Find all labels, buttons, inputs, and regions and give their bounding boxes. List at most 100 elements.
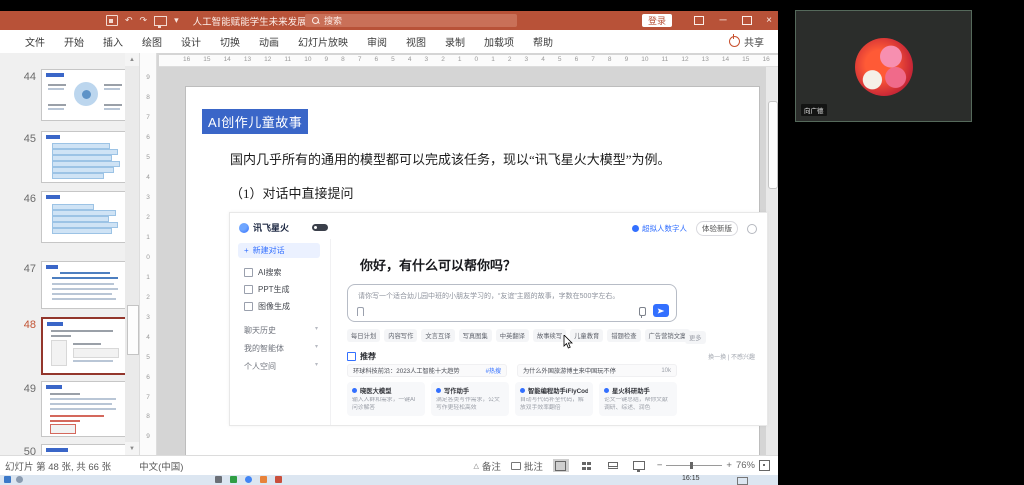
minimize-button[interactable]: ─ — [712, 11, 734, 30]
ruler-number: 9 — [146, 433, 150, 441]
app-icon[interactable] — [245, 476, 252, 483]
redo-icon[interactable]: ↷ — [140, 16, 148, 25]
start-icon[interactable] — [4, 476, 11, 483]
slideshow-view-button[interactable] — [631, 459, 647, 472]
slide-body-line1[interactable]: 国内几乎所有的通用的模型都可以完成该任务，现以“讯飞星火大模型”为例。 — [230, 149, 671, 168]
ribbon-tab[interactable]: 插入 — [94, 31, 132, 52]
notes-button[interactable]: △ 备注 — [473, 459, 500, 473]
suggestion-chips: 每日计划 内容写作 文言互译 写真图集 中英翻译 故事续写 儿童教育 错题检查 广告营销文案 — [347, 329, 691, 342]
ruler-number: 0 — [146, 253, 150, 261]
slide-number: 45 — [23, 133, 36, 145]
app-icon[interactable] — [230, 476, 237, 483]
spark-logo-text: 讯飞星火 — [253, 223, 290, 233]
search-taskbar-icon[interactable] — [16, 476, 23, 483]
slideshow-view-icon — [632, 461, 645, 472]
normal-view-button[interactable] — [552, 459, 569, 472]
comments-button[interactable]: 批注 — [510, 459, 543, 473]
sidebar-group-space: 个人空间 ▾ — [244, 361, 318, 372]
ruler-number: 1 — [491, 56, 495, 64]
ribbon-tab[interactable]: 设计 — [172, 31, 210, 52]
taskbar: 16:15 — [0, 475, 778, 485]
zoom-out-button[interactable]: − — [657, 460, 663, 471]
ribbon-tab[interactable]: 视图 — [397, 31, 435, 52]
slide-thumbnail-48[interactable] — [41, 317, 125, 375]
slide-number-current: 48 — [23, 319, 36, 331]
slide-body-line2[interactable]: （1）对话中直接提问 — [230, 183, 354, 202]
app-icon[interactable] — [260, 476, 267, 483]
search-box[interactable]: 搜索 — [305, 14, 517, 27]
sidebar-label: 图像生成 — [258, 302, 290, 311]
share-button[interactable]: 共享 — [729, 34, 764, 49]
ruler-number: 9 — [624, 56, 629, 64]
ribbon-tab[interactable]: 幻灯片放映 — [289, 31, 357, 52]
ruler-number: 4 — [146, 173, 150, 181]
ribbon-display-button[interactable] — [688, 11, 710, 30]
ruler-number: 10 — [304, 56, 312, 64]
video-participant-tile[interactable]: 向广德 — [795, 10, 972, 122]
slide-title-highlighted[interactable]: AI创作儿童故事 — [202, 109, 309, 134]
ribbon: 文件 开始 插入 绘图 设计 切换 动画 幻灯片放映 审阅 视图 录制 加载项 帮助 共享 — [0, 30, 778, 54]
group-label: 我的智能体 — [244, 344, 284, 353]
notes-label: 备注 — [481, 461, 501, 473]
scroll-down-icon[interactable]: ▼ — [125, 442, 139, 455]
app-icon[interactable] — [215, 476, 222, 483]
ribbon-tab[interactable]: 审阅 — [358, 31, 396, 52]
ribbon-tab[interactable]: 文件 — [16, 31, 54, 52]
slide-thumbnail-50[interactable] — [41, 444, 125, 455]
ribbon-tab[interactable]: 帮助 — [524, 31, 562, 52]
ribbon-tab[interactable]: 绘图 — [133, 31, 171, 52]
assistant-icon — [604, 388, 609, 393]
slide-thumbnail-45[interactable] — [41, 131, 125, 183]
zoom-slider[interactable] — [666, 462, 723, 469]
maximize-button[interactable] — [736, 11, 758, 30]
ribbon-tab[interactable]: 切换 — [211, 31, 249, 52]
spark-flame-icon — [239, 222, 249, 233]
zoom-percentage[interactable]: 76% — [736, 460, 755, 471]
ribbon-tab[interactable]: 加载项 — [475, 31, 523, 52]
scrollbar-thumb[interactable] — [768, 101, 778, 189]
thumbnail-scrollbar[interactable]: ▲ ▼ — [125, 53, 139, 455]
notes-icon: △ — [473, 462, 479, 470]
quick-access-toolbar: ↶ ↷ ▾ — [106, 15, 179, 28]
ruler-number: 8 — [146, 93, 150, 101]
login-button[interactable]: 登录 — [642, 14, 672, 27]
sidebar-item-image: 图像生成 — [244, 301, 290, 312]
ribbon-tab[interactable]: 录制 — [436, 31, 474, 52]
avatar — [855, 38, 913, 96]
slide-canvas[interactable]: AI创作儿童故事 国内几乎所有的通用的模型都可以完成该任务，现以“讯飞星火大模型… — [185, 86, 768, 461]
zoom-in-button[interactable]: + — [726, 460, 732, 471]
ribbon-tab[interactable]: 动画 — [250, 31, 288, 52]
close-button[interactable]: × — [758, 11, 780, 30]
slide-thumbnail-49[interactable] — [41, 381, 125, 437]
scroll-up-icon[interactable]: ▲ — [125, 53, 139, 66]
recommend-icon — [347, 352, 356, 361]
undo-icon[interactable]: ↶ — [125, 16, 133, 25]
slide-thumbnail-46[interactable] — [41, 191, 125, 243]
slide-thumbnail-44[interactable] — [41, 69, 125, 121]
ribbon-tab[interactable]: 开始 — [55, 31, 93, 52]
fit-to-window-icon[interactable] — [759, 460, 770, 471]
scrollbar-thumb[interactable] — [127, 305, 139, 355]
ruler-number: 10 — [641, 56, 649, 64]
ruler-number: 5 — [391, 56, 395, 64]
taskbar-clock[interactable]: 16:15 — [682, 475, 700, 482]
save-icon[interactable] — [106, 15, 118, 26]
slide-sorter-button[interactable] — [579, 459, 595, 472]
slideshow-icon[interactable] — [154, 15, 168, 28]
ruler-number: 7 — [591, 56, 595, 64]
ruler-number: 12 — [264, 56, 272, 64]
zoom-slider-thumb[interactable] — [690, 462, 694, 469]
app-icon[interactable] — [275, 476, 282, 483]
card-title: 晓医大模型 — [360, 388, 392, 395]
language-indicator[interactable]: 中文(中国) — [139, 459, 183, 473]
reading-view-icon — [607, 462, 618, 469]
taskbar-window-icon[interactable] — [737, 477, 748, 485]
slide-thumbnail-47[interactable] — [41, 261, 125, 309]
headline-text: 环球科技前沿：2023人工智能十大趋势 — [353, 368, 460, 375]
ruler-number: 8 — [341, 56, 345, 64]
ruler-number: 1 — [457, 56, 462, 64]
ruler-number: 1 — [146, 233, 150, 241]
recommend-header: 推荐 — [347, 351, 376, 362]
qat-dropdown-icon[interactable]: ▾ — [174, 16, 179, 25]
reading-view-button[interactable] — [605, 459, 621, 472]
